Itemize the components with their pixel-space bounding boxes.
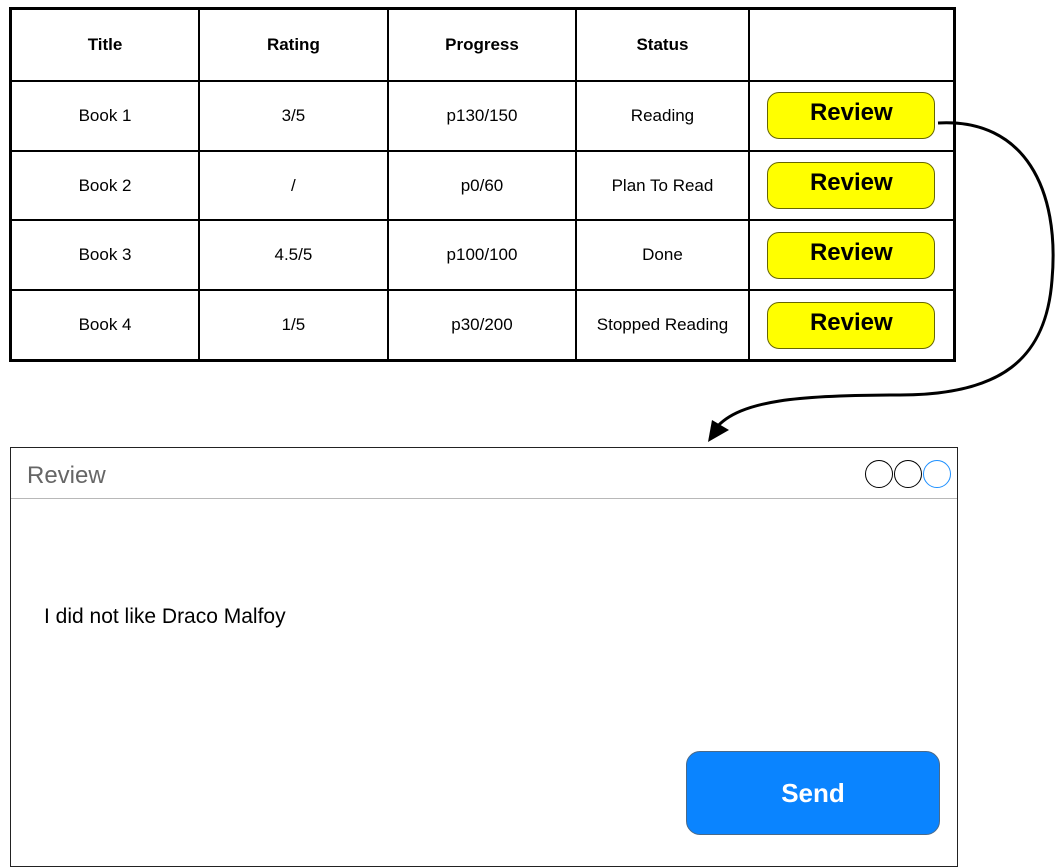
rating-cell: 4.5/5: [198, 219, 389, 292]
rating-cell: 1/5: [198, 289, 389, 362]
header-title: Title: [9, 7, 201, 82]
rating-cell: /: [198, 149, 389, 222]
book-title-cell: Book 3: [9, 219, 201, 292]
review-button[interactable]: Review: [767, 231, 936, 279]
window-title: Review: [27, 462, 106, 489]
arrowhead-icon: [708, 420, 729, 442]
table-row: Book 1 3/5 p130/150 Reading Review: [9, 80, 956, 152]
action-cell: Review: [747, 149, 956, 222]
status-cell: Done: [575, 219, 750, 292]
review-window: Review I did not like Draco Malfoy Send: [10, 447, 958, 867]
progress-cell: p0/60: [386, 149, 578, 222]
review-button[interactable]: Review: [767, 92, 936, 140]
table-row: Book 4 1/5 p30/200 Stopped Reading Revie…: [9, 289, 956, 362]
window-header: Review: [11, 448, 957, 499]
status-cell: Reading: [575, 80, 750, 152]
book-title-cell: Book 1: [9, 80, 201, 152]
action-cell: Review: [747, 289, 956, 362]
book-title-cell: Book 2: [9, 149, 201, 222]
header-action: [747, 7, 956, 82]
review-text[interactable]: I did not like Draco Malfoy: [44, 605, 286, 629]
table-row: Book 2 / p0/60 Plan To Read Review: [9, 149, 956, 222]
status-cell: Stopped Reading: [575, 289, 750, 362]
progress-cell: p100/100: [386, 219, 578, 292]
table-header-row: Title Rating Progress Status: [9, 7, 956, 82]
send-button[interactable]: Send: [686, 751, 940, 835]
review-button[interactable]: Review: [767, 301, 936, 349]
rating-cell: 3/5: [198, 80, 389, 152]
table-row: Book 3 4.5/5 p100/100 Done Review: [9, 219, 956, 292]
progress-cell: p130/150: [386, 80, 578, 152]
books-table: Title Rating Progress Status Book 1 3/5 …: [9, 7, 956, 362]
action-cell: Review: [747, 80, 956, 152]
status-cell: Plan To Read: [575, 149, 750, 222]
review-button[interactable]: Review: [767, 162, 936, 210]
circle-icon[interactable]: [894, 460, 922, 488]
header-rating: Rating: [198, 7, 389, 82]
circle-icon[interactable]: [923, 460, 951, 488]
circle-icon[interactable]: [865, 460, 893, 488]
book-title-cell: Book 4: [9, 289, 201, 362]
action-cell: Review: [747, 219, 956, 292]
header-status: Status: [575, 7, 750, 82]
progress-cell: p30/200: [386, 289, 578, 362]
window-controls: [865, 460, 951, 488]
header-progress: Progress: [386, 7, 578, 82]
